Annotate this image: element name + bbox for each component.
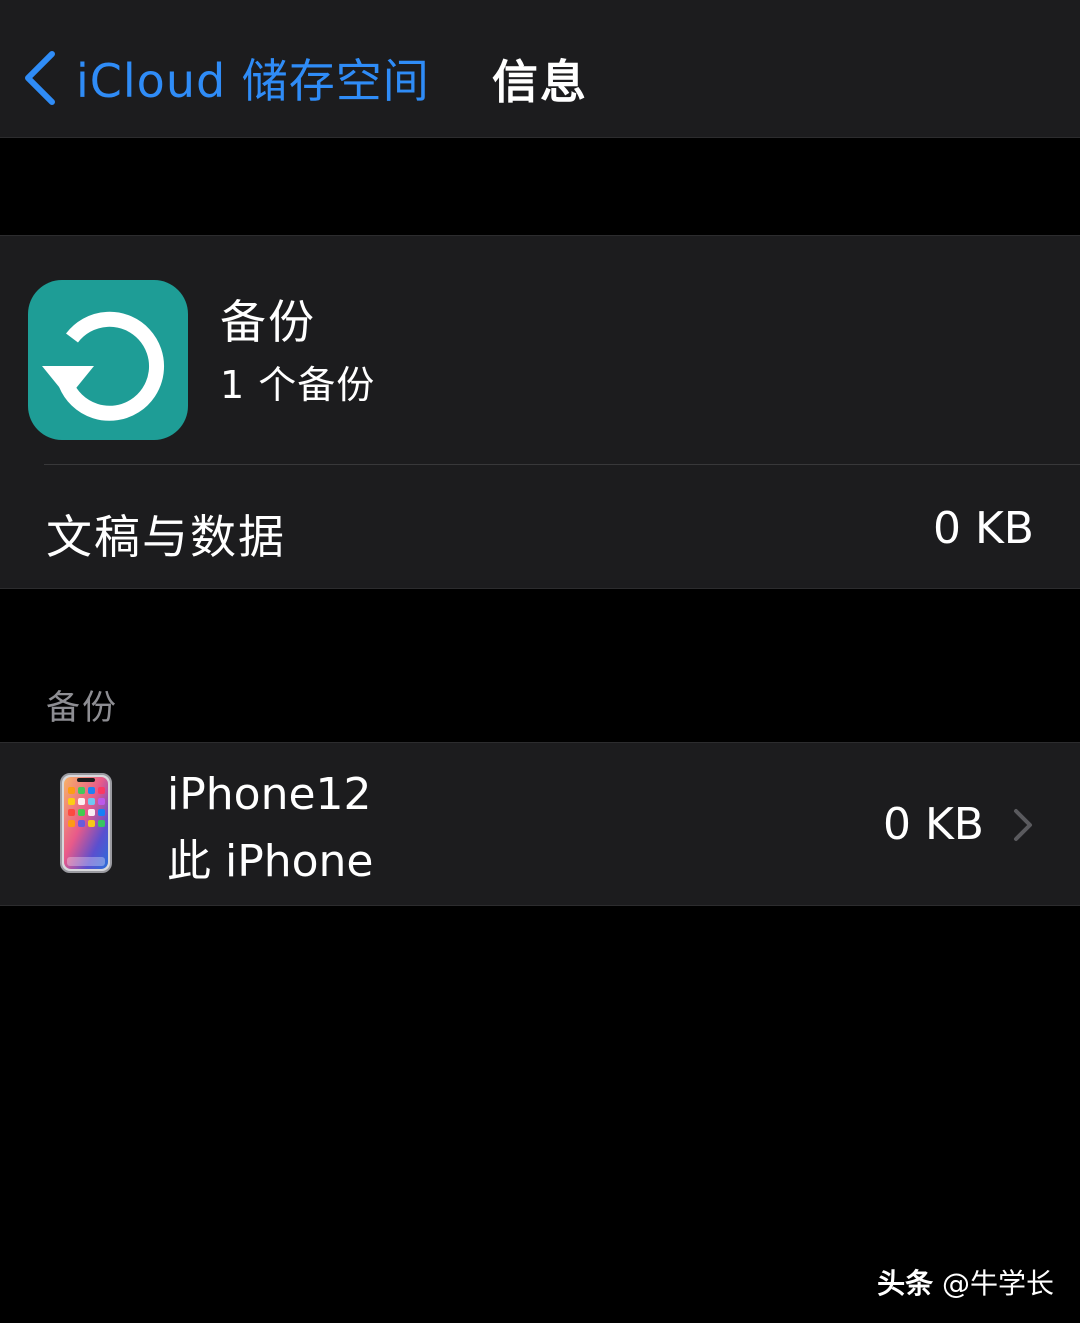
navigation-bar: iCloud 储存空间 信息 xyxy=(0,0,1080,138)
watermark: 头条 @牛学长 xyxy=(877,1262,1054,1302)
backups-section-header: 备份 xyxy=(46,688,118,728)
back-button[interactable]: iCloud 储存空间 xyxy=(20,38,430,118)
device-backup-size: 0 KB xyxy=(882,799,984,850)
device-name: iPhone12 xyxy=(167,769,372,820)
screen: iCloud 储存空间 信息 备份 1 个备份 文稿与数据 0 KB 备份 iP… xyxy=(0,0,1080,1323)
documents-data-label: 文稿与数据 xyxy=(46,510,286,564)
watermark-handle: @牛学长 xyxy=(941,1267,1054,1300)
app-subtitle: 1 个备份 xyxy=(220,363,376,407)
app-summary-group: 备份 1 个备份 文稿与数据 0 KB xyxy=(0,235,1080,589)
documents-data-row: 文稿与数据 0 KB xyxy=(0,465,1080,589)
backup-device-row[interactable]: iPhone12 此 iPhone 0 KB xyxy=(0,742,1080,906)
back-button-label: iCloud 储存空间 xyxy=(76,54,430,108)
documents-data-size: 0 KB xyxy=(932,503,1034,554)
iphone-icon xyxy=(60,773,112,873)
backup-restore-icon xyxy=(28,280,188,440)
device-subtitle: 此 iPhone xyxy=(167,836,374,887)
chevron-right-icon xyxy=(1014,809,1032,841)
chevron-left-icon xyxy=(25,51,55,105)
page-title: 信息 xyxy=(492,55,588,109)
app-title: 备份 xyxy=(220,295,316,349)
watermark-brand: 头条 xyxy=(877,1267,934,1300)
